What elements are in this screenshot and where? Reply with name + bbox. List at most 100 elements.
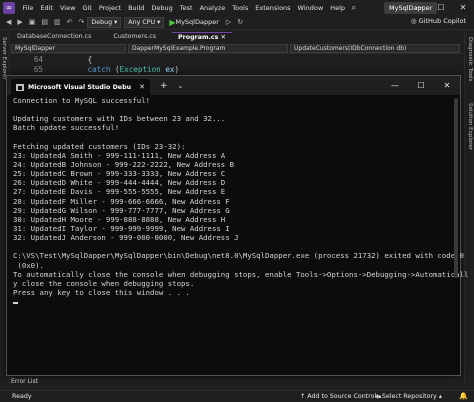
- console-line: Fetching updated customers (IDs 23-32):: [13, 141, 186, 151]
- menu-help[interactable]: Help: [327, 4, 349, 12]
- menu-tools[interactable]: Tools: [229, 4, 252, 12]
- console-tab[interactable]: Microsoft Visual Studio Debu ✕: [11, 79, 150, 95]
- code-text: {: [87, 55, 93, 64]
- console-line: 27: UpdatedE Davis - 999-555-5555, New A…: [13, 187, 226, 197]
- console-line: y close the console when debugging stops…: [13, 278, 195, 288]
- configuration-value: Debug: [91, 18, 113, 26]
- error-list-tab[interactable]: Error List: [11, 378, 38, 385]
- solution-explorer-tab[interactable]: Solution Explorer: [467, 103, 473, 150]
- menu-edit[interactable]: Edit: [37, 4, 57, 12]
- back-icon[interactable]: ◀: [3, 18, 14, 26]
- tab-databaseconnection[interactable]: DatabaseConnection.cs: [11, 32, 97, 43]
- save-icon[interactable]: ▤: [38, 18, 51, 26]
- console-line: To automatically close the console when …: [13, 269, 469, 279]
- menu-window[interactable]: Window: [294, 4, 327, 12]
- code-editor[interactable]: 64 { 65 catch (Exception ex): [11, 55, 464, 75]
- menu-analyze[interactable]: Analyze: [196, 4, 229, 12]
- forward-icon[interactable]: ▶: [14, 18, 25, 26]
- menu-view[interactable]: View: [56, 4, 78, 12]
- console-line: 30: UpdatedH Moore - 999-888-8888, New A…: [13, 214, 226, 224]
- close-icon[interactable]: ✕: [452, 0, 474, 15]
- tab-customers[interactable]: Customers.cs: [107, 32, 162, 43]
- visual-studio-logo-icon: ∞: [3, 1, 15, 14]
- console-maximize-icon[interactable]: ☐: [408, 76, 434, 95]
- console-cursor-line: [13, 297, 454, 306]
- console-line: C:\VS\Test\MySqlDapper\MySqlDapper\bin\D…: [13, 251, 464, 261]
- copilot-label: GitHub Copilot: [418, 17, 466, 25]
- run-without-debugging-icon[interactable]: ▷: [223, 18, 234, 26]
- server-explorer-tab[interactable]: Server Explorer: [1, 37, 7, 80]
- search-icon[interactable]: ⌕: [352, 3, 356, 13]
- console-line: 25: UpdatedC Brown - 999-333-3333, New A…: [13, 169, 226, 179]
- tab-program-label: Program.cs: [178, 34, 219, 41]
- console-line: Connection to MySQL successful!: [13, 96, 151, 105]
- console-title: Microsoft Visual Studio Debu: [28, 83, 132, 91]
- code-line: 64 {: [11, 55, 464, 65]
- select-repository-button[interactable]: ◈ Select Repository ▴: [375, 393, 442, 400]
- exception-type: Exception: [119, 65, 161, 74]
- console-line: Updating customers with IDs between 23 a…: [13, 114, 226, 124]
- menu-file[interactable]: File: [19, 4, 37, 12]
- diagnostic-tools-tab[interactable]: Diagnostic Tools: [467, 37, 473, 81]
- console-line: Press any key to close this window . . .: [13, 287, 190, 297]
- text-cursor: [13, 302, 18, 305]
- add-to-source-control-button[interactable]: ↑ Add to Source Control ▴: [300, 393, 381, 400]
- catch-keyword: catch: [87, 65, 111, 74]
- platform-dropdown[interactable]: Any CPU ▾: [124, 16, 165, 28]
- minimize-icon[interactable]: —: [408, 0, 430, 15]
- arrow-up-icon: ↑: [300, 393, 306, 400]
- console-line: 23: UpdatedA Smith - 999-111-1111, New A…: [13, 150, 226, 160]
- menu-bar: ∞ File Edit View Git Project Build Debug…: [0, 0, 474, 15]
- menu-debug[interactable]: Debug: [148, 4, 176, 12]
- project-selector[interactable]: MySqlDapper: [11, 43, 126, 53]
- new-tab-plus-icon[interactable]: +: [160, 81, 168, 91]
- menu-build[interactable]: Build: [125, 4, 148, 12]
- status-ready: Ready: [12, 393, 32, 400]
- console-tab-close-icon[interactable]: ✕: [139, 83, 145, 91]
- debug-console-window[interactable]: Microsoft Visual Studio Debu ✕ + ⌄ — ☐ ✕…: [6, 75, 469, 376]
- menu-extensions[interactable]: Extensions: [252, 4, 294, 12]
- toolbar: ◀ ▶ ▣ ▤ ▥ ↶ ↷ Debug ▾ Any CPU ▾ ▶ MySqlD…: [0, 15, 474, 30]
- hot-reload-icon[interactable]: ↻: [234, 18, 246, 26]
- console-line: (0x0).: [13, 260, 44, 270]
- save-all-icon[interactable]: ▥: [51, 18, 64, 26]
- console-scrollbar[interactable]: [454, 98, 458, 278]
- redo-icon[interactable]: ↷: [76, 18, 88, 26]
- console-close-icon[interactable]: ✕: [434, 76, 460, 95]
- menu-test[interactable]: Test: [176, 4, 196, 12]
- code-line: 65 catch (Exception ex): [11, 65, 464, 75]
- class-selector[interactable]: DapperMySqlExample.Program: [128, 43, 288, 53]
- menu-project[interactable]: Project: [95, 4, 124, 12]
- configuration-dropdown[interactable]: Debug ▾: [87, 16, 122, 28]
- repository-label: Select Repository: [381, 393, 437, 400]
- start-target-label[interactable]: MySqlDapper: [175, 18, 218, 26]
- navigation-bar: MySqlDapper DapperMySqlExample.Program U…: [11, 43, 464, 54]
- tab-close-icon[interactable]: ✕: [221, 34, 226, 41]
- undo-icon[interactable]: ↶: [64, 18, 76, 26]
- console-line: 26: UpdatedD White - 999-444-4444, New A…: [13, 178, 226, 188]
- menu-git[interactable]: Git: [79, 4, 95, 12]
- source-control-label: Add to Source Control: [307, 393, 377, 400]
- console-output: Connection to MySQL successful! Updating …: [13, 96, 469, 306]
- tab-dropdown-chevron-icon[interactable]: ⌄: [177, 82, 183, 90]
- github-copilot-button[interactable]: ◎ GitHub Copilot: [411, 17, 466, 25]
- console-minimize-icon[interactable]: —: [382, 76, 408, 95]
- status-bar: Ready ↑ Add to Source Control ▴ ◈ Select…: [0, 390, 474, 402]
- tab-program[interactable]: Program.cs ✕: [172, 32, 232, 43]
- console-line: 31: UpdatedI Taylor - 999-999-9999, New …: [13, 223, 230, 233]
- repository-icon: ◈: [375, 393, 380, 400]
- console-line: 28: UpdatedF Miller - 999-666-6666, New …: [13, 196, 230, 206]
- member-selector[interactable]: UpdateCustomers(IDbConnection db): [290, 43, 460, 53]
- close-paren: ): [174, 65, 180, 74]
- console-line: 24: UpdatedB Johnson - 999-222-2222, New…: [13, 159, 235, 169]
- document-tabs: DatabaseConnection.cs Customers.cs Progr…: [11, 32, 464, 43]
- new-item-icon[interactable]: ▣: [26, 18, 39, 26]
- maximize-icon[interactable]: ☐: [430, 0, 452, 15]
- notifications-bell-icon[interactable]: 🔔: [459, 392, 468, 400]
- console-line: Batch update successful!: [13, 123, 120, 133]
- console-line: 29: UpdatedG Wilson - 999-777-7777, New …: [13, 205, 230, 215]
- exception-variable: ex: [160, 65, 175, 74]
